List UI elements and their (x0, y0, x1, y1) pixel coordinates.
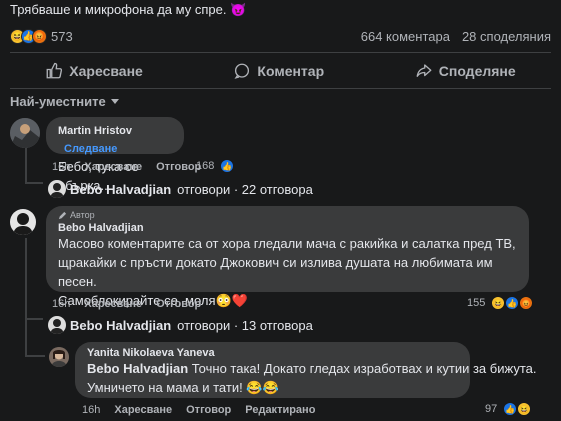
avatar-image (48, 316, 66, 334)
angry-reaction-icon: 😡 (519, 296, 534, 310)
post-text: … … … Трябваше и микрофона да му спре. 😈 (10, 0, 555, 18)
like-button[interactable]: Харесване (45, 62, 143, 80)
comment-author[interactable]: Yanita Nikolaeva Yaneva (87, 347, 458, 359)
sort-label: Най-уместните (10, 94, 106, 109)
comment-bubble: Yanita Nikolaeva Yaneva Bebo Halvadjian … (75, 342, 536, 398)
comment-sort-dropdown[interactable]: Най-уместните (10, 94, 120, 109)
reply-count-text: отговори · 22 отговора (177, 182, 313, 197)
avatar-image (48, 180, 66, 198)
edited-label[interactable]: Редактирано (245, 404, 315, 416)
comment-bubble-icon (234, 63, 250, 79)
comments-count[interactable]: 664 коментара (361, 29, 450, 44)
reactions-summary[interactable]: 😆 👍 😡 573 (10, 28, 73, 44)
avatar[interactable] (49, 347, 69, 367)
comment-meta: 16h Харесване Отговор Редактирано (82, 404, 315, 416)
comment-time[interactable]: 16h (82, 404, 100, 416)
post-stats: 664 коментара 28 споделяния (361, 29, 551, 44)
reply-author: Bebo Halvadjian (70, 182, 172, 197)
haha-reaction-icon: 😆 (517, 402, 532, 416)
comment-author[interactable]: Martin Hristov (58, 125, 132, 137)
comment-like-link[interactable]: Харесване (84, 298, 142, 310)
angry-reaction-icon: 😡 (32, 28, 47, 44)
author-badge: Автор (58, 210, 517, 220)
comment-text: Точно така! Докато гледах изработвах и к… (188, 361, 537, 376)
mention-link[interactable]: Bebo Halvadjian (87, 361, 188, 376)
comment-bubble: Автор Bebo Halvadjian Масово коментарите… (46, 206, 529, 308)
comment-reaction-count[interactable]: 155 😆 👍 😡 (467, 296, 534, 310)
view-replies-link[interactable]: Bebo Halvadjian отговори · 13 отговора (70, 318, 313, 333)
like-reaction-icon: 👍 (505, 296, 520, 310)
comment-bubble: Martin Hristov Следване Бебо, тука се об… (46, 117, 184, 193)
share-button-label: Споделяне (438, 63, 516, 79)
comment-reaction-count[interactable]: 168 👍 (196, 159, 235, 173)
avatar (48, 180, 66, 198)
like-count: 155 (467, 297, 486, 309)
share-button[interactable]: Споделяне (415, 62, 516, 80)
post-actions-bar: Харесване Коментар Споделяне (0, 57, 561, 85)
thread-line (25, 238, 27, 318)
comment-reaction-count[interactable]: 97 👍 😆 (485, 402, 532, 416)
avatar-image (10, 209, 36, 235)
reaction-count: 573 (51, 28, 73, 44)
comment-time[interactable]: 16h (52, 161, 70, 173)
pencil-icon (58, 211, 67, 219)
like-button-label: Харесване (69, 63, 143, 79)
comment-reply-link[interactable]: Отговор (156, 161, 201, 173)
author-badge-label: Автор (70, 210, 95, 220)
avatar[interactable] (10, 118, 40, 148)
comment-reply-link[interactable]: Отговор (186, 404, 231, 416)
comment-author[interactable]: Bebo Halvadjian (58, 222, 517, 234)
thread-line (25, 320, 27, 355)
like-reaction-icon: 👍 (503, 402, 518, 416)
like-count: 97 (485, 403, 498, 415)
comment-meta: 16h Харесване Отговор (52, 161, 201, 173)
comment-text-line2: Умничето на мама и тати! 😂😂 (87, 380, 279, 395)
thread-line (25, 355, 45, 357)
avatar-image (10, 118, 40, 148)
post-text-line2: Трябваше и микрофона да му спре. 😈 (10, 2, 247, 17)
reply-count-text: отговори · 13 отговора (177, 318, 313, 333)
comment-like-link[interactable]: Харесване (84, 161, 142, 173)
haha-reaction-icon: 😆 (491, 296, 506, 310)
comment-meta: 16h Харесване Отговор (52, 298, 201, 310)
comment-text-line2: щракайки с пръсти докато Джокович си изл… (58, 255, 493, 289)
share-arrow-icon (416, 64, 432, 77)
comment-button-label: Коментар (257, 63, 325, 79)
comment-text-line1: Масово коментарите са от хора гледали ма… (58, 236, 516, 251)
comment-reply-link[interactable]: Отговор (156, 298, 201, 310)
comment-text-line1: Bebo Halvadjian Точно така! Докато гледа… (87, 359, 536, 378)
avatar (48, 316, 66, 334)
thread-line (25, 148, 27, 184)
thread-line (25, 182, 43, 184)
like-count: 168 (196, 160, 215, 172)
like-reaction-icon: 👍 (220, 159, 235, 173)
comment-button[interactable]: Коментар (233, 62, 324, 80)
divider (10, 52, 551, 53)
comment-like-link[interactable]: Харесване (114, 404, 172, 416)
avatar[interactable] (10, 209, 36, 235)
reply-author: Bebo Halvadjian (70, 318, 172, 333)
avatar-image (49, 347, 69, 367)
thumbs-up-icon (46, 62, 63, 79)
view-replies-link[interactable]: Bebo Halvadjian отговори · 22 отговора (70, 182, 313, 197)
divider (10, 88, 551, 89)
thread-line (25, 318, 43, 320)
follow-link[interactable]: Следване (64, 143, 117, 155)
caret-down-icon (110, 98, 119, 104)
shares-count[interactable]: 28 споделяния (462, 29, 551, 44)
comment-time[interactable]: 16h (52, 298, 70, 310)
